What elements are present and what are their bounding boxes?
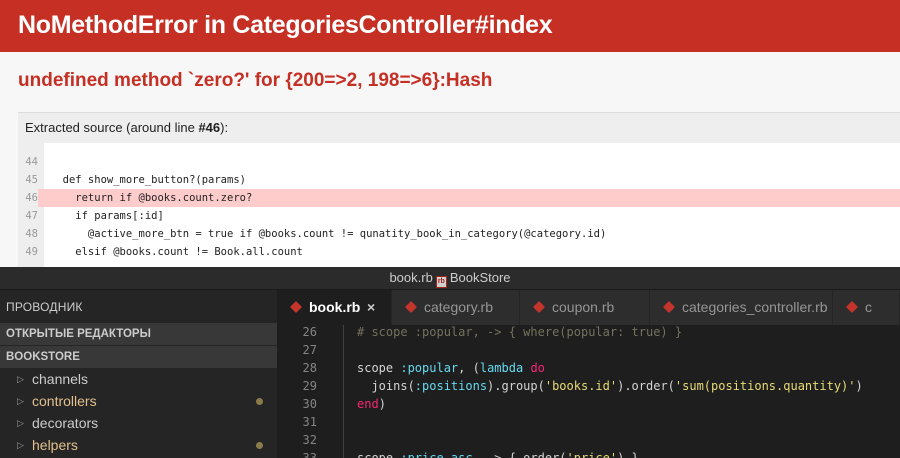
error-title: NoMethodError in CategoriesController#in… (18, 11, 553, 39)
folder-channels[interactable]: ▷ channels (0, 368, 277, 390)
ruby-file-icon: rb (435, 276, 447, 288)
source-line: 47 if params[:id] (18, 207, 900, 225)
folder-controllers[interactable]: ▷ controllers (0, 390, 277, 412)
window-title-project: BookStore (449, 270, 511, 285)
folder-label: controllers (32, 393, 97, 409)
chevron-right-icon: ▷ (17, 418, 24, 428)
source-line-number: 45 (25, 174, 38, 186)
chevron-right-icon: ▷ (17, 396, 24, 406)
explorer-header: ПРОВОДНИК (6, 300, 83, 314)
code-line-number: 31 (302, 415, 317, 429)
modified-dot-icon (256, 398, 263, 405)
folder-label: helpers (32, 437, 78, 453)
ruby-file-icon (404, 300, 418, 314)
tab-category-rb[interactable]: category.rb (392, 290, 520, 325)
folder-helpers[interactable]: ▷ helpers (0, 434, 277, 456)
code-line-number: 30 (302, 397, 317, 411)
project-section[interactable]: BOOKSTORE (0, 346, 277, 368)
code-line: 27 (277, 341, 900, 359)
code-line-text: scope :price_asc, -> { order('price') } (357, 451, 639, 458)
extracted-source: Extracted source (around line #46): 44 45… (18, 112, 900, 268)
source-line-number: 48 (25, 228, 38, 240)
open-editors-section[interactable]: ОТКРЫТЫЕ РЕДАКТОРЫ (0, 323, 277, 345)
code-line: 33 scope :price_asc, -> { order('price') … (277, 449, 900, 458)
window-title-file: book.rb (389, 270, 433, 285)
folder-decorators[interactable]: ▷ decorators (0, 412, 277, 434)
source-line-code: elsif @books.count != Book.all.count (50, 246, 303, 258)
code-line: 28 scope :popular, (lambda do (277, 359, 900, 377)
folder-label: decorators (32, 415, 99, 431)
window-title: book.rb rb BookStore (0, 270, 900, 288)
source-line-number: 44 (25, 156, 38, 168)
error-message: undefined method `zero?' for {200=>2, 19… (18, 70, 493, 91)
error-header: NoMethodError in CategoriesController#in… (0, 0, 900, 52)
source-line-code: if params[:id] (50, 210, 164, 222)
code-line-number: 33 (302, 451, 317, 458)
code-line-text: joins(:positions).group('books.id').orde… (357, 379, 863, 393)
source-line: 45 def show_more_button?(params) (18, 171, 900, 189)
tab-categories_controller-rb[interactable]: categories_controller.rb (650, 290, 833, 325)
chevron-right-icon: ▷ (17, 374, 24, 384)
source-line-number: 47 (25, 210, 38, 222)
code-editor[interactable]: 26 # scope :popular, -> { where(popular: … (277, 325, 900, 458)
code-line-number: 32 (302, 433, 317, 447)
code-line: 26 # scope :popular, -> { where(popular: … (277, 325, 900, 341)
ruby-file-icon (532, 300, 546, 314)
source-line-number: 46 (18, 189, 38, 207)
tab-book-rb[interactable]: book.rb × (277, 290, 392, 325)
source-caption-suffix: ): (220, 120, 229, 135)
source-line: 44 (18, 153, 900, 171)
code-line-number: 26 (302, 325, 317, 339)
code-line-text: # scope :popular, -> { where(popular: tr… (357, 325, 683, 339)
tab-label: coupon.rb (552, 299, 615, 315)
source-line: 46 return if @books.count.zero? (18, 189, 900, 207)
code-line: 31 (277, 413, 900, 431)
code-line: 29 joins(:positions).group('books.id').o… (277, 377, 900, 395)
code-line-number: 27 (302, 343, 317, 357)
tab-coupon-rb[interactable]: coupon.rb (520, 290, 650, 325)
source-line: 48 @active_more_btn = true if @books.cou… (18, 225, 900, 243)
source-line-number: 49 (25, 246, 38, 258)
code-line-number: 28 (302, 361, 317, 375)
source-line-code: @active_more_btn = true if @books.count … (50, 228, 607, 240)
chevron-right-icon: ▷ (17, 440, 24, 450)
modified-dot-icon (256, 442, 263, 449)
window-titlebar: book.rb rb BookStore (0, 267, 900, 290)
code-line-text: scope :popular, (lambda do (357, 361, 545, 375)
ruby-file-icon (289, 300, 303, 314)
ruby-file-icon (845, 300, 859, 314)
tab-c[interactable]: c (833, 290, 900, 325)
tab-label: book.rb (309, 299, 361, 315)
tab-label: category.rb (424, 299, 493, 315)
close-icon[interactable]: × (367, 290, 375, 325)
source-code: 44 45 def show_more_button?(params) 46 ret… (18, 143, 900, 268)
source-caption: Extracted source (around line #46): (25, 120, 228, 135)
source-line: 49 elsif @books.count != Book.all.count (18, 243, 900, 261)
code-line-number: 29 (302, 379, 317, 393)
folder-label: channels (32, 371, 89, 387)
source-line-code: def show_more_button?(params) (50, 174, 246, 186)
editor-tabs: book.rb × category.rb coupon.rb categories_c… (277, 290, 900, 325)
code-line: 32 (277, 431, 900, 449)
explorer-sidebar: ПРОВОДНИК ОТКРЫТЫЕ РЕДАКТОРЫ BOOKSTORE ▷… (0, 290, 277, 458)
code-line: 30 end) (277, 395, 900, 413)
tab-label: c (865, 299, 872, 315)
ruby-file-icon (662, 300, 676, 314)
source-caption-line: #46 (198, 120, 221, 135)
source-line-code: return if @books.count.zero? (50, 192, 253, 204)
tab-label: categories_controller.rb (682, 299, 828, 315)
code-line-text: end) (357, 397, 386, 411)
source-caption-prefix: Extracted source (around line (25, 120, 199, 135)
